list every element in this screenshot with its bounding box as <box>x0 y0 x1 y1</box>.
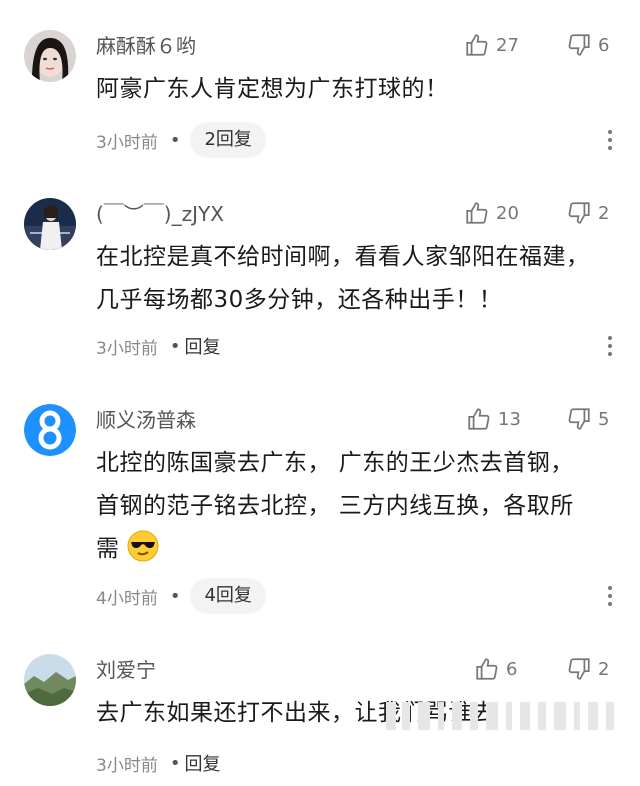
like-button[interactable]: 20 <box>464 200 519 226</box>
timestamp: 4小时前 <box>96 588 158 609</box>
like-count: 6 <box>506 658 518 680</box>
comment-meta: 3小时前 • 2回复 <box>96 122 266 158</box>
thumbs-up-icon <box>468 408 490 430</box>
comment-meta: 4小时前 • 4回复 <box>96 578 266 614</box>
timestamp: 3小时前 <box>96 132 158 153</box>
more-vertical-icon <box>608 586 612 590</box>
username[interactable]: (￣︶￣)_zJYX <box>96 202 224 226</box>
dislike-count: 2 <box>598 658 610 680</box>
reply-button[interactable]: 4回复 <box>190 578 266 614</box>
username[interactable]: 顺义汤普森 <box>96 408 196 432</box>
reply-button[interactable]: 2回复 <box>190 122 266 158</box>
dislike-count: 5 <box>598 408 610 430</box>
thumbs-down-icon <box>568 658 590 680</box>
dislike-button[interactable]: 2 <box>566 656 609 682</box>
like-count: 20 <box>496 202 519 224</box>
thumbs-up-icon <box>466 202 488 224</box>
more-vertical-icon <box>608 336 612 340</box>
dislike-button[interactable]: 6 <box>566 32 609 58</box>
avatar[interactable] <box>24 198 76 250</box>
reply-button[interactable]: 回复 <box>184 333 220 359</box>
separator-dot: • <box>169 129 181 151</box>
avatar[interactable] <box>24 30 76 82</box>
like-button[interactable]: 6 <box>474 656 517 682</box>
thumbs-up-icon <box>476 658 498 680</box>
thumbs-up-icon <box>466 34 488 56</box>
timestamp: 3小时前 <box>96 338 158 359</box>
dislike-count: 2 <box>598 202 610 224</box>
more-vertical-icon <box>608 130 612 134</box>
like-button[interactable]: 27 <box>464 32 519 58</box>
watermark-strip <box>386 702 614 730</box>
like-count: 27 <box>496 34 519 56</box>
comment-text: 阿豪广东人肯定想为广东打球的！ <box>96 76 449 102</box>
like-count: 13 <box>498 408 521 430</box>
comment-meta: 3小时前 • 回复 <box>96 328 220 364</box>
avatar[interactable] <box>24 404 76 456</box>
more-options-button[interactable] <box>608 130 612 150</box>
dislike-count: 6 <box>598 34 610 56</box>
dislike-button[interactable]: 2 <box>566 200 609 226</box>
username[interactable]: 刘爱宁 <box>96 658 156 682</box>
like-button[interactable]: 13 <box>466 406 521 432</box>
comment-text: 在北控是真不给时间啊，看看人家邹阳在福建，几乎每场都30多分钟，还各种出手！！ <box>96 244 590 313</box>
separator-dot: • <box>169 335 181 357</box>
separator-dot: • <box>169 752 181 774</box>
separator-dot: • <box>169 585 181 607</box>
username[interactable]: 麻酥酥６哟 <box>96 34 196 58</box>
dislike-button[interactable]: 5 <box>566 406 609 432</box>
comment-meta: 3小时前 • 回复 <box>96 745 220 781</box>
comment-text: 北控的陈国豪去广东， 广东的王少杰去首钢， 首钢的范子铭去北控， 三方内线互换，… <box>96 442 596 571</box>
timestamp: 3小时前 <box>96 755 158 776</box>
thumbs-down-icon <box>568 202 590 224</box>
avatar[interactable] <box>24 654 76 706</box>
more-options-button[interactable] <box>608 336 612 356</box>
more-options-button[interactable] <box>608 586 612 606</box>
reply-button[interactable]: 回复 <box>184 750 220 776</box>
cool-sunglasses-emoji <box>127 530 159 562</box>
thumbs-down-icon <box>568 408 590 430</box>
thumbs-down-icon <box>568 34 590 56</box>
comment-text-content: 北控的陈国豪去广东， 广东的王少杰去首钢， 首钢的范子铭去北控， 三方内线互换，… <box>96 450 574 562</box>
